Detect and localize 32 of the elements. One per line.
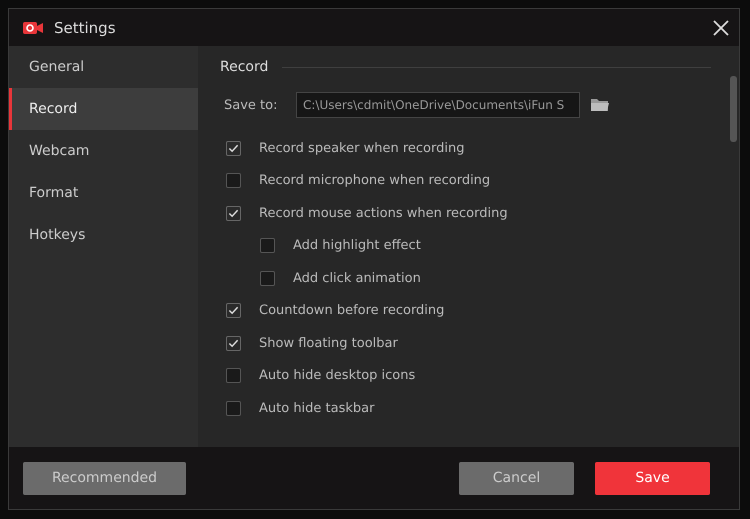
save-button[interactable]: Save [595,462,710,494]
option-label: Show floating toolbar [259,336,398,351]
checkbox[interactable] [226,303,241,318]
checkbox[interactable] [226,206,241,221]
sidebar-item[interactable]: General [9,46,198,88]
sidebar-item[interactable]: Webcam [9,130,198,172]
folder-icon[interactable] [590,97,610,113]
scrollbar-thumb[interactable] [730,76,737,142]
section-title: Record [220,59,268,75]
checkbox[interactable] [260,270,275,286]
option-label: Auto hide taskbar [259,400,374,416]
sidebar-item[interactable]: Format [9,172,198,214]
option-label: Auto hide desktop icons [259,368,416,384]
close-icon[interactable] [713,20,729,36]
sidebar-item[interactable]: Record [9,88,198,130]
path-field[interactable]: C:\Users\cdmit\OneDrive\Documents\iFun S [296,92,580,118]
option-label: Add highlight effect [293,238,421,254]
camera-icon [22,20,44,36]
option-label: Record speaker when recording [259,140,464,156]
option-label: Add click animation [293,270,421,286]
checkbox[interactable] [226,336,241,351]
sidebar-item[interactable]: Hotkeys [9,214,198,256]
checkbox[interactable] [226,140,241,156]
checkbox[interactable] [260,238,275,254]
window-title: Settings [54,18,117,36]
option-label: Record mouse actions when recording [259,206,508,221]
option-label: Record microphone when recording [259,173,490,188]
checkbox[interactable] [226,400,241,416]
checkbox[interactable] [226,173,241,188]
checkbox[interactable] [226,368,241,384]
option-label: Countdown before recording [259,303,444,318]
save-to-label: Save to: [224,98,278,112]
